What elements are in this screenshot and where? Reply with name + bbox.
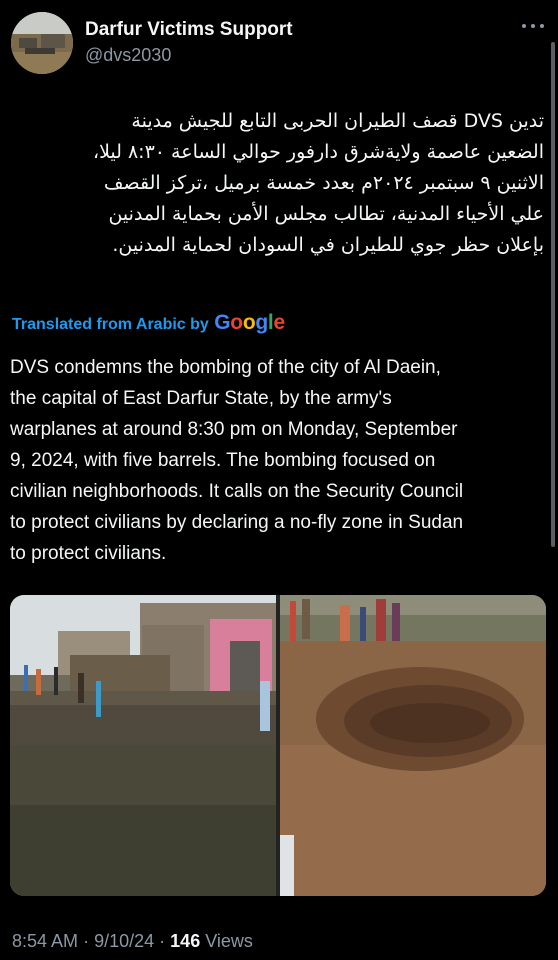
translated-label: Translated from Arabic by	[12, 316, 209, 333]
views-label: Views	[205, 931, 253, 951]
author-avatar[interactable]	[11, 12, 73, 74]
views-count[interactable]: 146	[170, 931, 200, 951]
tweet-time[interactable]: 8:54 AM	[12, 931, 78, 951]
avatar-image	[11, 12, 73, 74]
tweet-text-arabic: تدين DVS قصف الطيران الحربى التابع للجيش…	[92, 110, 544, 256]
photo-image-left	[10, 595, 276, 896]
meta-separator-2: ·	[159, 931, 166, 951]
translated-by-link[interactable]: Translated from Arabic by Google	[12, 311, 285, 337]
meta-separator: ·	[83, 931, 90, 951]
tweet-text-english: DVS condemns the bombing of the city of …	[10, 357, 464, 564]
photo-bomb-crater[interactable]	[280, 595, 546, 896]
tweet-meta: 8:54 AM · 9/10/24 · 146 Views	[12, 929, 253, 953]
author-names: Darfur Victims Support @dvs2030	[85, 18, 293, 67]
tweet-date[interactable]: 9/10/24	[94, 931, 154, 951]
media-grid	[10, 595, 546, 896]
google-logo: Google	[214, 311, 285, 334]
tweet-header: Darfur Victims Support @dvs2030	[11, 12, 546, 74]
photo-destroyed-building[interactable]	[10, 595, 276, 896]
more-icon[interactable]	[522, 20, 544, 32]
author-display-name[interactable]: Darfur Victims Support	[85, 18, 293, 42]
author-handle[interactable]: @dvs2030	[85, 43, 293, 67]
photo-image-right	[280, 595, 546, 896]
scrollbar[interactable]	[551, 42, 555, 547]
